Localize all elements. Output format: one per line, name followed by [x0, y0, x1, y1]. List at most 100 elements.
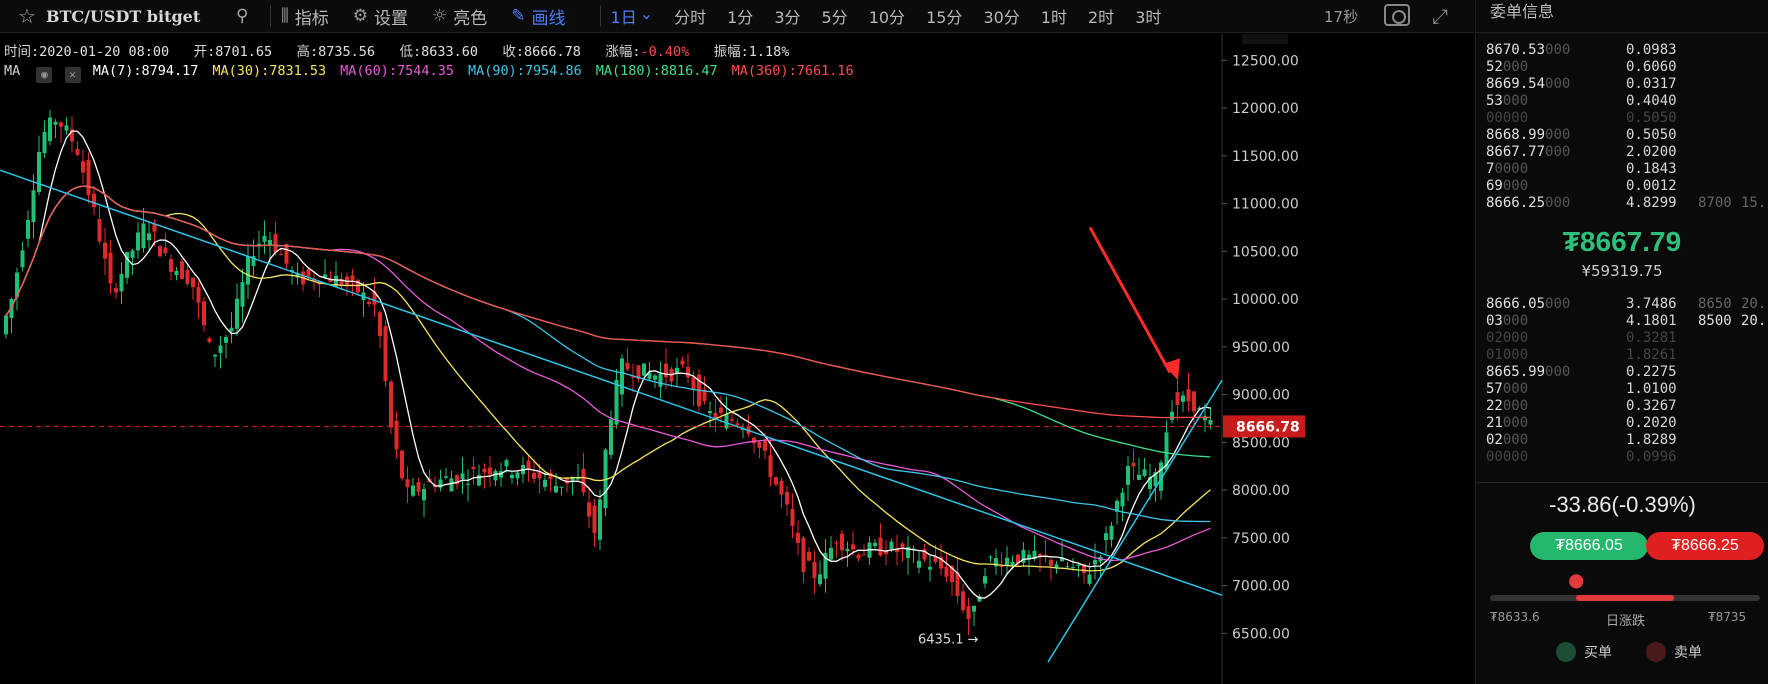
last-price-cny: ¥59319.75	[1581, 262, 1663, 280]
close-icon[interactable]: ✕	[64, 67, 81, 83]
daily-range-bar	[1490, 595, 1760, 601]
timeframe-10[interactable]: 3时	[1135, 4, 1161, 28]
candle-body	[130, 250, 135, 258]
indicators-label: 指标	[294, 8, 329, 29]
bid-row[interactable]: 01000 1.8261	[1476, 347, 1768, 364]
timeframe-0[interactable]: 1日	[611, 4, 637, 28]
map-pin-icon: ⬤	[1568, 573, 1585, 589]
ask-row[interactable]: 00000 0.5050	[1476, 110, 1768, 127]
current-price-label: 8666.78	[1236, 419, 1300, 435]
timeframe-8[interactable]: 1时	[1041, 4, 1067, 28]
candle-body	[532, 472, 536, 479]
ask-row[interactable]: 8666.25000 4.8299 8700 15.	[1476, 195, 1768, 212]
bid-row[interactable]: 03000 4.1801 8500 20.	[1476, 313, 1768, 330]
ask-row[interactable]: 69000 0.0012	[1476, 178, 1768, 195]
candlestick-chart[interactable]: 12500.00 12000.00 11500.00 11000.00 10500.00…	[0, 34, 1474, 684]
bid-row[interactable]: 57000 1.0100	[1476, 381, 1768, 398]
candle-body	[1049, 559, 1053, 566]
row-price: 8667.77000	[1486, 144, 1570, 160]
candle-body	[625, 362, 630, 370]
search-icon[interactable]: ⚲	[236, 6, 260, 26]
candle-body	[37, 152, 41, 192]
ask-row[interactable]: 8667.77000 2.0200	[1476, 144, 1768, 161]
star-icon[interactable]: ☆	[18, 4, 36, 28]
candle-body	[482, 468, 487, 473]
ask-row[interactable]: 8670.53000 0.0983	[1476, 42, 1768, 59]
axis-collapse-box	[1242, 34, 1288, 44]
chevron-down-icon[interactable]: ⌄	[640, 4, 653, 28]
ask-row[interactable]: 52000 0.6060	[1476, 59, 1768, 76]
candle-body	[400, 450, 404, 479]
timeframe-9[interactable]: 2时	[1088, 4, 1114, 28]
y-tick-label: 6500.00	[1232, 626, 1290, 642]
brightness-button[interactable]: ☼ 亮色	[432, 4, 487, 29]
indicators-button[interactable]: ⫼ 指标	[281, 4, 329, 29]
candle-body	[1027, 554, 1031, 559]
candle-body	[53, 121, 58, 125]
chart-canvas[interactable]: 12500.00 12000.00 11500.00 11000.00 10500.00…	[0, 34, 1474, 684]
bid-row[interactable]: 02000 1.8289	[1476, 432, 1768, 449]
pencil-icon: ✎	[511, 6, 526, 26]
bid-row[interactable]: 8665.99000 0.2275	[1476, 364, 1768, 381]
candle-body	[191, 277, 195, 288]
timeframe-3[interactable]: 3分	[774, 4, 800, 28]
row-quantity: 0.0996	[1626, 449, 1677, 465]
settings-button[interactable]: ⚙ 设置	[353, 4, 408, 29]
ma-head-label: MA	[4, 63, 21, 79]
sell-legend-label: 卖单	[1674, 645, 1702, 661]
ohlc-readout: 时间:2020-01-20 08:00 开:8701.65 高:8735.56 …	[4, 40, 789, 60]
candle-body	[1120, 492, 1125, 507]
candle-body	[614, 379, 619, 425]
timeframe-1[interactable]: 分时	[674, 4, 706, 28]
row-price: 21000	[1486, 415, 1528, 431]
fullscreen-icon[interactable]: ⤢	[1432, 4, 1448, 28]
eye-icon[interactable]: ◉	[36, 67, 53, 83]
row-price: 52000	[1486, 59, 1528, 75]
close-value: 8666.78	[524, 44, 581, 60]
row-price-main: 8666.05	[1486, 296, 1546, 312]
buy-legend[interactable]: 买单	[1556, 642, 1612, 662]
camera-icon[interactable]	[1384, 4, 1410, 26]
row-price-main: 00000	[1486, 110, 1529, 126]
row-quantity: 1.0100	[1626, 381, 1677, 397]
amplitude-label: 振幅:	[713, 44, 749, 60]
candle-body	[763, 439, 767, 451]
row-price: 03000	[1486, 313, 1528, 329]
bid-row[interactable]: 8666.05000 3.7486 8650 20.	[1476, 296, 1768, 313]
ask-row[interactable]: 8668.99000 0.5050	[1476, 127, 1768, 144]
timeframe-5[interactable]: 10分	[869, 4, 905, 28]
bid-row[interactable]: 22000 0.3267	[1476, 398, 1768, 415]
y-tick-label: 9500.00	[1232, 340, 1290, 356]
row-quantity: 3.7486	[1626, 296, 1677, 312]
row-quantity: 0.5050	[1626, 110, 1677, 126]
candle-body	[1142, 469, 1147, 476]
ask-row[interactable]: 70000 0.1843	[1476, 161, 1768, 178]
candle-body	[493, 470, 498, 481]
candle-body	[620, 358, 624, 395]
range-low: ₮8633.6	[1490, 610, 1540, 624]
bid-row[interactable]: 00000 0.0996	[1476, 449, 1768, 466]
row-price-main: 8670.53	[1486, 42, 1546, 58]
sell-legend[interactable]: 卖单	[1646, 642, 1702, 662]
bid-row[interactable]: 02000 0.3281	[1476, 330, 1768, 347]
timeframe-2[interactable]: 1分	[727, 4, 753, 28]
timeframe-6[interactable]: 15分	[926, 4, 962, 28]
open-label: 开:	[193, 44, 216, 60]
buy-dot-icon	[1556, 642, 1576, 662]
best-bid-button[interactable]: ₮8666.05	[1530, 532, 1648, 560]
bid-list: 8666.05000 3.7486 8650 20. 03000 4.1801 8500 20…	[1476, 296, 1768, 466]
candle-body	[488, 467, 492, 475]
candle-body	[119, 273, 124, 292]
candle-body	[928, 566, 932, 570]
timeframe-4[interactable]: 5分	[822, 4, 848, 28]
best-ask-button[interactable]: ₮8666.25	[1646, 532, 1764, 560]
bid-row[interactable]: 21000 0.2020	[1476, 415, 1768, 432]
candle-body	[174, 271, 179, 276]
ask-row[interactable]: 8669.54000 0.0317	[1476, 76, 1768, 93]
brightness-label: 亮色	[453, 8, 488, 29]
timeframe-7[interactable]: 30分	[983, 4, 1019, 28]
draw-button[interactable]: ✎ 画线	[511, 4, 565, 29]
ask-row[interactable]: 53000 0.4040	[1476, 93, 1768, 110]
candle-body	[405, 479, 410, 488]
row-price-tail: 000	[1545, 296, 1571, 312]
